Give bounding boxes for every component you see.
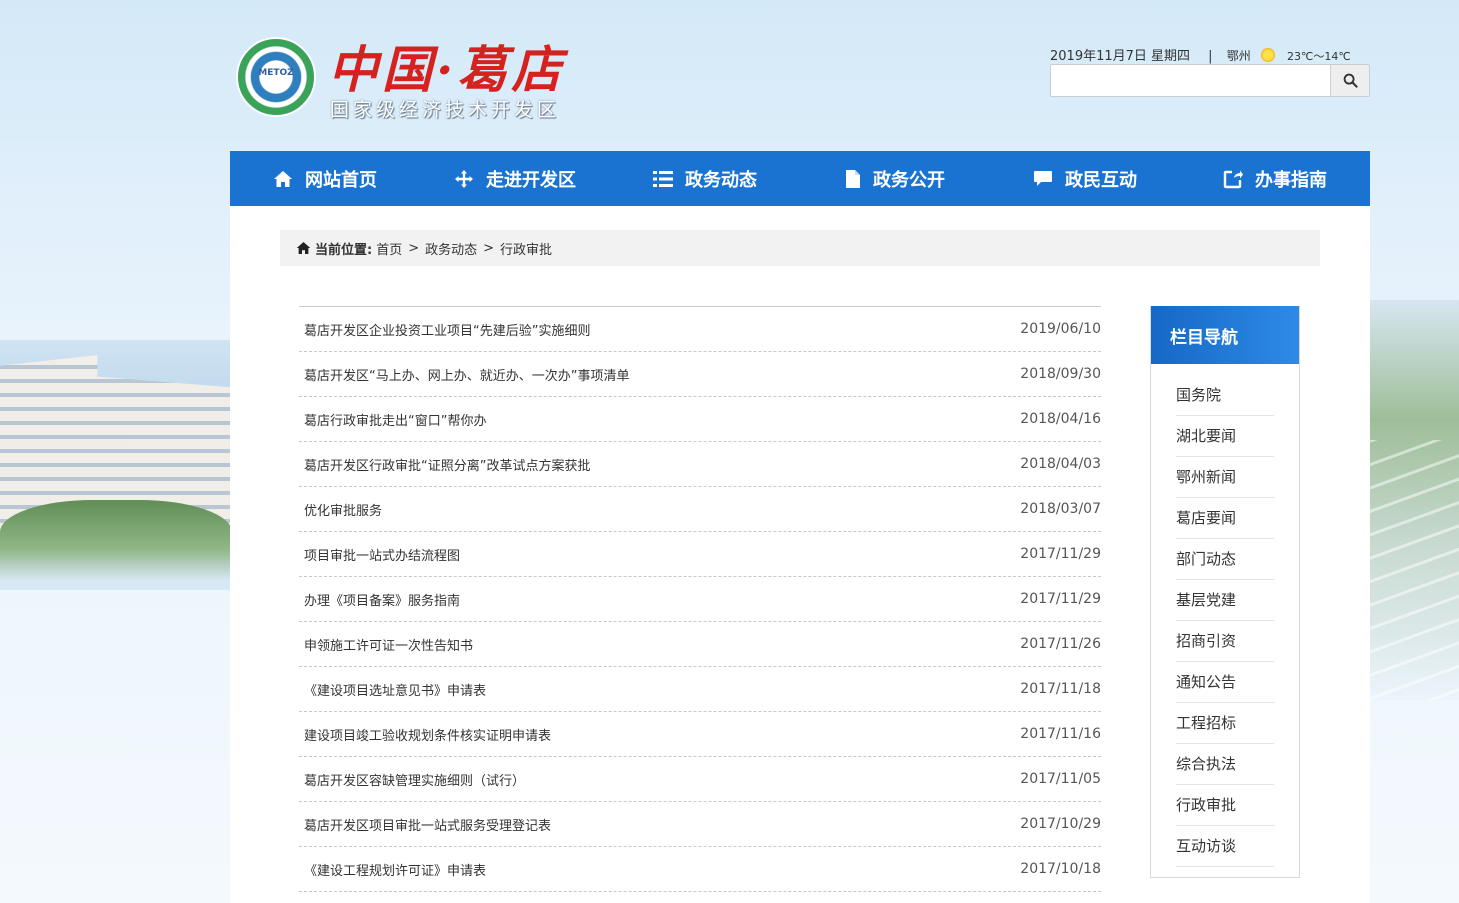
article-date: 2018/04/03	[1020, 456, 1101, 472]
list-icon	[653, 170, 673, 188]
nav-item-interaction[interactable]: 政民互动	[990, 151, 1180, 206]
nav-item-label: 走进开发区	[486, 169, 576, 191]
article-title[interactable]: 葛店开发区项目审批一站式服务受理登记表	[304, 815, 551, 834]
main-navigation: 网站首页 走进开发区 政务动态 政务公开 政民互动 办事指南	[230, 151, 1370, 206]
site-subtitle: 国家级经济技术开发区	[330, 99, 561, 121]
sidebar-item-department-news[interactable]: 部门动态	[1176, 539, 1274, 580]
nav-item-home[interactable]: 网站首页	[230, 151, 420, 206]
current-date: 2019年11月7日 星期四	[1050, 49, 1191, 64]
article-date: 2017/11/29	[1020, 546, 1101, 562]
nav-item-label: 政务动态	[685, 169, 757, 191]
list-item[interactable]: 项目审批一站式办结流程图 2017/11/29	[299, 532, 1101, 577]
nav-item-label: 政务公开	[873, 169, 945, 191]
sidebar-item-admin-approval[interactable]: 行政审批	[1176, 785, 1274, 826]
list-item[interactable]: 葛店开发区容缺管理实施细则（试行） 2017/11/05	[299, 757, 1101, 802]
nav-item-gov-news[interactable]: 政务动态	[610, 151, 800, 206]
article-title[interactable]: 葛店开发区行政审批“证照分离”改革试点方案获批	[304, 455, 590, 474]
nav-item-gov-open[interactable]: 政务公开	[800, 151, 990, 206]
sidebar-item-hubei-news[interactable]: 湖北要闻	[1176, 416, 1274, 457]
breadcrumb-separator: >	[408, 240, 420, 256]
search-input[interactable]	[1051, 65, 1331, 96]
search-box	[1050, 64, 1370, 97]
sidebar-item-tenders[interactable]: 工程招标	[1176, 703, 1274, 744]
search-icon	[1343, 73, 1358, 88]
breadcrumb-link-gov-news[interactable]: 政务动态	[425, 239, 477, 258]
search-button[interactable]	[1330, 65, 1369, 96]
sidebar-item-state-council[interactable]: 国务院	[1176, 375, 1274, 416]
list-item[interactable]: 葛店行政审批走出“窗口”帮你办 2018/04/16	[299, 397, 1101, 442]
article-title[interactable]: 《建设项目选址意见书》申请表	[304, 680, 486, 699]
list-item[interactable]: 《建设工程规划许可证》申请表 2017/10/18	[299, 847, 1101, 892]
sidebar-item-notices[interactable]: 通知公告	[1176, 662, 1274, 703]
nav-item-guide[interactable]: 办事指南	[1180, 151, 1370, 206]
nav-item-label: 办事指南	[1255, 169, 1327, 191]
sidebar-item-interviews[interactable]: 互动访谈	[1176, 826, 1274, 867]
list-item[interactable]: 优化审批服务 2018/03/07	[299, 487, 1101, 532]
article-date: 2018/09/30	[1020, 366, 1101, 382]
sidebar-column-nav: 栏目导航 国务院 湖北要闻 鄂州新闻 葛店要闻 部门动态 基层党建 招商引资 通…	[1150, 306, 1300, 878]
article-title[interactable]: 办理《项目备案》服务指南	[304, 590, 460, 609]
weather-temperature: 23℃～14℃	[1287, 50, 1351, 63]
article-date: 2018/03/07	[1020, 501, 1101, 517]
nav-item-label: 网站首页	[305, 169, 377, 191]
breadcrumb-link-admin-approval[interactable]: 行政审批	[500, 239, 552, 258]
article-title[interactable]: 葛店开发区企业投资工业项目“先建后验”实施细则	[304, 320, 590, 339]
share-icon	[1223, 169, 1243, 189]
article-date: 2017/11/05	[1020, 771, 1101, 787]
article-list: 葛店开发区企业投资工业项目“先建后验”实施细则 2019/06/10 葛店开发区“…	[299, 306, 1101, 892]
article-title[interactable]: 建设项目竣工验收规划条件核实证明申请表	[304, 725, 551, 744]
article-date: 2017/10/29	[1020, 816, 1101, 832]
move-icon	[454, 169, 474, 189]
article-date: 2018/04/16	[1020, 411, 1101, 427]
article-date: 2017/11/18	[1020, 681, 1101, 697]
list-item[interactable]: 葛店开发区行政审批“证照分离”改革试点方案获批 2018/04/03	[299, 442, 1101, 487]
nav-item-label: 政民互动	[1065, 169, 1137, 191]
date-weather-bar: 2019年11月7日 星期四 | 鄂州 23℃～14℃	[1050, 45, 1351, 64]
article-title[interactable]: 优化审批服务	[304, 500, 382, 519]
content-panel: 当前位置: 首页 > 政务动态 > 行政审批 葛店开发区企业投资工业项目“先建后…	[230, 206, 1370, 903]
article-date: 2017/11/26	[1020, 636, 1101, 652]
breadcrumb-link-home[interactable]: 首页	[376, 239, 402, 258]
article-title[interactable]: 葛店行政审批走出“窗口”帮你办	[304, 410, 486, 429]
home-icon	[273, 170, 293, 188]
separator: |	[1208, 49, 1213, 64]
sidebar-item-investment[interactable]: 招商引资	[1176, 621, 1274, 662]
article-date: 2017/11/16	[1020, 726, 1101, 742]
weather-city: 鄂州	[1226, 49, 1251, 63]
chat-icon	[1033, 170, 1053, 188]
home-icon	[296, 241, 311, 255]
article-date: 2019/06/10	[1020, 321, 1101, 337]
document-icon	[845, 169, 861, 189]
list-item[interactable]: 葛店开发区企业投资工业项目“先建后验”实施细则 2019/06/10	[299, 307, 1101, 352]
list-item[interactable]: 葛店开发区项目审批一站式服务受理登记表 2017/10/29	[299, 802, 1101, 847]
sidebar-title: 栏目导航	[1151, 306, 1299, 364]
nav-item-about-zone[interactable]: 走进开发区	[420, 151, 610, 206]
site-title: 中国·葛店	[328, 40, 566, 99]
list-item[interactable]: 申领施工许可证一次性告知书 2017/11/26	[299, 622, 1101, 667]
list-item[interactable]: 办理《项目备案》服务指南 2017/11/29	[299, 577, 1101, 622]
breadcrumb-label: 当前位置:	[315, 242, 373, 258]
breadcrumb: 当前位置: 首页 > 政务动态 > 行政审批	[280, 230, 1320, 266]
sidebar-item-gedian-news[interactable]: 葛店要闻	[1176, 498, 1274, 539]
background-trees-image	[0, 500, 232, 580]
article-date: 2017/10/18	[1020, 861, 1101, 877]
sidebar-item-enforcement[interactable]: 综合执法	[1176, 744, 1274, 785]
logo-text: METOZ	[258, 68, 294, 78]
article-date: 2017/11/29	[1020, 591, 1101, 607]
sun-icon	[1260, 48, 1275, 62]
list-item[interactable]: 《建设项目选址意见书》申请表 2017/11/18	[299, 667, 1101, 712]
article-title[interactable]: 葛店开发区容缺管理实施细则（试行）	[304, 770, 525, 789]
background-railway-image	[1369, 440, 1459, 700]
sidebar-item-ezhou-news[interactable]: 鄂州新闻	[1176, 457, 1274, 498]
sidebar-list: 国务院 湖北要闻 鄂州新闻 葛店要闻 部门动态 基层党建 招商引资 通知公告 工…	[1151, 364, 1299, 867]
article-title[interactable]: 项目审批一站式办结流程图	[304, 545, 460, 564]
article-title[interactable]: 申领施工许可证一次性告知书	[304, 635, 473, 654]
breadcrumb-separator: >	[483, 240, 495, 256]
list-item[interactable]: 葛店开发区“马上办、网上办、就近办、一次办”事项清单 2018/09/30	[299, 352, 1101, 397]
list-item[interactable]: 建设项目竣工验收规划条件核实证明申请表 2017/11/16	[299, 712, 1101, 757]
article-title[interactable]: 葛店开发区“马上办、网上办、就近办、一次办”事项清单	[304, 365, 629, 384]
article-title[interactable]: 《建设工程规划许可证》申请表	[304, 860, 486, 879]
sidebar-item-party-building[interactable]: 基层党建	[1176, 580, 1274, 621]
